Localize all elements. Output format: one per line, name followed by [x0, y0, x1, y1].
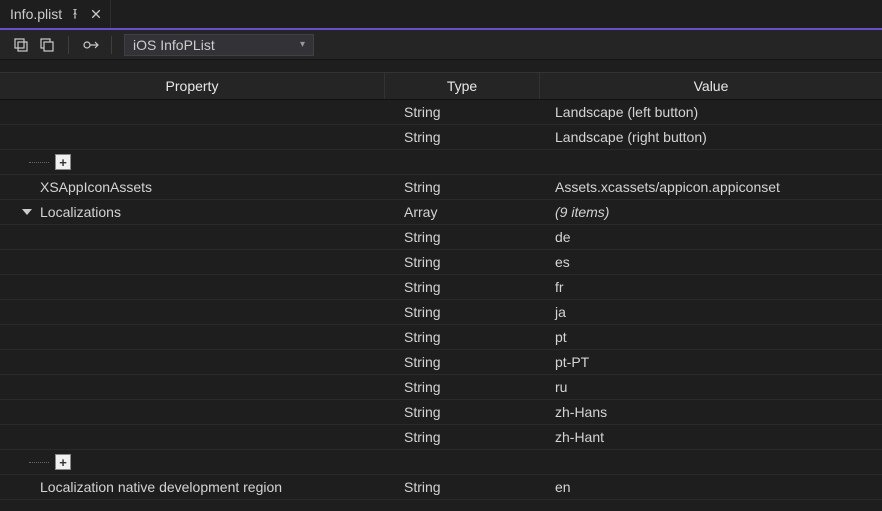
cell-type: String: [385, 404, 540, 420]
cell-value: (9 items): [540, 204, 882, 220]
column-header-row: Property Type Value: [0, 72, 882, 100]
cell-value: en: [540, 479, 882, 495]
table-row[interactable]: String pt: [0, 325, 882, 350]
table-row[interactable]: XSAppIconAssets String Assets.xcassets/a…: [0, 175, 882, 200]
table-row[interactable]: String ru: [0, 375, 882, 400]
table-row[interactable]: String de: [0, 225, 882, 250]
table-row[interactable]: String Landscape (right button): [0, 125, 882, 150]
cell-type: Array: [385, 204, 540, 220]
cell-type: String: [385, 379, 540, 395]
table-row[interactable]: String pt-PT: [0, 350, 882, 375]
close-icon[interactable]: [88, 6, 104, 22]
cell-value: ja: [540, 304, 882, 320]
cell-type: String: [385, 279, 540, 295]
cell-type: String: [385, 254, 540, 270]
table-row[interactable]: String zh-Hans: [0, 400, 882, 425]
add-button[interactable]: +: [55, 454, 71, 470]
cell-type: String: [385, 129, 540, 145]
cell-value: Landscape (right button): [540, 129, 882, 145]
tab-info-plist[interactable]: Info.plist: [0, 0, 111, 28]
cell-type: String: [385, 429, 540, 445]
view-mode-icon[interactable]: [81, 36, 99, 54]
expand-all-icon[interactable]: [12, 36, 30, 54]
table-row[interactable]: Localization native development region S…: [0, 475, 882, 500]
collapse-all-icon[interactable]: [38, 36, 56, 54]
cell-value: zh-Hant: [540, 429, 882, 445]
cell-value: pt-PT: [540, 354, 882, 370]
column-header-value[interactable]: Value: [540, 73, 882, 99]
table-row[interactable]: String fr: [0, 275, 882, 300]
column-header-type[interactable]: Type: [385, 73, 540, 99]
toolbar-divider: [68, 36, 69, 54]
cell-type: String: [385, 179, 540, 195]
cell-property: Localizations: [0, 204, 121, 220]
add-row[interactable]: +: [0, 150, 882, 175]
table-row[interactable]: String es: [0, 250, 882, 275]
add-button[interactable]: +: [55, 154, 71, 170]
table-row[interactable]: String zh-Hant: [0, 425, 882, 450]
cell-value: Landscape (left button): [540, 104, 882, 120]
toolbar: iOS InfoPList ▾: [0, 30, 882, 60]
tab-title: Info.plist: [10, 6, 62, 22]
dropdown-label: iOS InfoPList: [133, 37, 215, 53]
cell-value: zh-Hans: [540, 404, 882, 420]
cell-property: XSAppIconAssets: [0, 179, 152, 195]
pin-icon[interactable]: [70, 6, 80, 22]
table-row[interactable]: String ja: [0, 300, 882, 325]
column-header-property[interactable]: Property: [0, 73, 385, 99]
add-row[interactable]: +: [0, 450, 882, 475]
cell-value: Assets.xcassets/appicon.appiconset: [540, 179, 882, 195]
toolbar-divider: [111, 36, 112, 54]
chevron-down-icon: ▾: [300, 39, 305, 50]
table-row[interactable]: Localizations Array (9 items): [0, 200, 882, 225]
cell-type: String: [385, 354, 540, 370]
cell-type: String: [385, 479, 540, 495]
table-row[interactable]: String Landscape (left button): [0, 100, 882, 125]
cell-type: String: [385, 229, 540, 245]
cell-property: Localization native development region: [0, 479, 282, 495]
cell-value: fr: [540, 279, 882, 295]
cell-value: de: [540, 229, 882, 245]
expander-icon[interactable]: [22, 209, 32, 215]
cell-type: String: [385, 104, 540, 120]
cell-value: es: [540, 254, 882, 270]
cell-type: String: [385, 304, 540, 320]
plist-type-dropdown[interactable]: iOS InfoPList ▾: [124, 34, 314, 56]
property-grid: String Landscape (left button) String La…: [0, 100, 882, 500]
tab-bar: Info.plist: [0, 0, 882, 30]
cell-value: ru: [540, 379, 882, 395]
cell-value: pt: [540, 329, 882, 345]
cell-type: String: [385, 329, 540, 345]
